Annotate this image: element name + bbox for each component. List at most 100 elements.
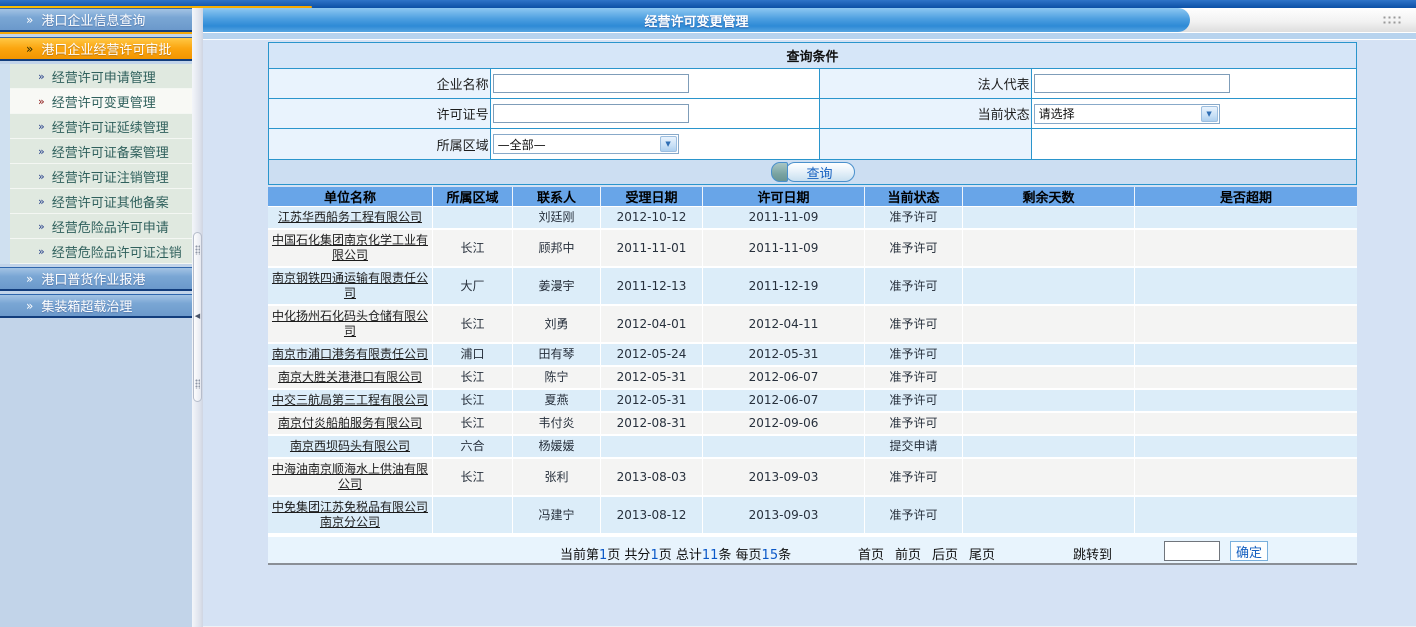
- sidebar-item-label: 经营许可变更管理: [52, 92, 156, 111]
- column-header: 联系人: [513, 187, 601, 207]
- content: 查询条件 企业名称 法人代表 许可证号 当前状态: [203, 40, 1416, 626]
- table-cell: [1135, 497, 1357, 535]
- table-cell: 准予许可: [865, 344, 963, 367]
- company-link[interactable]: 南京钢铁四通运输有限责任公司: [272, 271, 428, 300]
- table-cell: 2013-08-03: [601, 459, 703, 497]
- company-name-cell: [491, 69, 820, 98]
- prev-page-link[interactable]: 前页: [895, 544, 921, 563]
- company-link[interactable]: 中国石化集团南京化学工业有限公司: [272, 233, 428, 262]
- sidebar-sub-item[interactable]: »经营许可证备案管理: [10, 139, 192, 164]
- table-cell: 准予许可: [865, 413, 963, 436]
- dropdown-button[interactable]: ▼: [1201, 106, 1218, 122]
- company-link[interactable]: 南京西坝码头有限公司: [290, 439, 410, 453]
- double-arrow-icon: »: [26, 272, 31, 286]
- summary-text: 条 每页: [718, 548, 761, 563]
- table-cell: 长江: [433, 230, 513, 268]
- company-link[interactable]: 中化扬州石化码头仓储有限公司: [272, 309, 428, 338]
- table-row: 中国石化集团南京化学工业有限公司长江顾邦中2011-11-012011-11-0…: [268, 230, 1357, 268]
- grid-dots-icon[interactable]: [1382, 15, 1402, 26]
- panel: 查询条件 企业名称 法人代表 许可证号 当前状态: [268, 42, 1357, 565]
- double-arrow-icon: »: [26, 299, 31, 313]
- dropdown-button[interactable]: ▼: [660, 136, 677, 152]
- double-arrow-icon: »: [38, 70, 43, 83]
- legal-rep-cell: [1032, 69, 1356, 98]
- sidebar-item-label: 经营危险品许可证注销: [52, 242, 182, 261]
- first-page-link[interactable]: 首页: [858, 544, 884, 563]
- splitter-handle[interactable]: ◀: [193, 232, 202, 402]
- column-header: 许可日期: [703, 187, 865, 207]
- table-row: 南京西坝码头有限公司六合杨媛媛提交申请: [268, 436, 1357, 459]
- region-select[interactable]: —全部— ▼: [493, 134, 679, 154]
- pagination-links: 首页前页后页尾页: [858, 544, 995, 563]
- sidebar-group-item[interactable]: »集装箱超载治理: [0, 294, 192, 318]
- sidebar-splitter[interactable]: ◀: [192, 8, 203, 627]
- table-cell: 夏燕: [513, 390, 601, 413]
- company-name-input[interactable]: [493, 74, 689, 93]
- confirm-button[interactable]: 确定: [1230, 541, 1268, 561]
- collapse-left-icon: ◀: [194, 311, 201, 321]
- company-link[interactable]: 江苏华西船务工程有限公司: [278, 210, 422, 224]
- table-cell: 顾邦中: [513, 230, 601, 268]
- column-header: 当前状态: [865, 187, 963, 207]
- double-arrow-icon: »: [38, 170, 43, 183]
- double-arrow-icon: »: [26, 42, 31, 56]
- sidebar-item-label: 港口企业经营许可审批: [41, 39, 171, 58]
- table-cell: 2012-05-31: [601, 390, 703, 413]
- table-row: 中免集团江苏免税品有限公司南京分公司冯建宁2013-08-122013-09-0…: [268, 497, 1357, 535]
- table-cell: 准予许可: [865, 230, 963, 268]
- button-cap-decoration: [771, 162, 788, 182]
- sidebar-group-item[interactable]: »港口普货作业报港: [0, 267, 192, 291]
- table-cell: [433, 497, 513, 535]
- table-cell: [1135, 413, 1357, 436]
- table-cell: 长江: [433, 367, 513, 390]
- button-row: 查询: [268, 160, 1357, 185]
- column-header: 剩余天数: [963, 187, 1135, 207]
- sidebar-sub-item[interactable]: »经营许可证其他备案: [10, 189, 192, 214]
- sidebar-item-label: 经营许可证延续管理: [52, 117, 169, 136]
- table-cell: [1135, 459, 1357, 497]
- sidebar-sub-item[interactable]: » 经营危险品许可证注销: [10, 239, 192, 264]
- last-page-link[interactable]: 尾页: [969, 544, 995, 563]
- license-no-input[interactable]: [493, 104, 689, 123]
- table-cell: [963, 344, 1135, 367]
- search-button[interactable]: 查询: [785, 162, 855, 182]
- sidebar-item-label: 经营危险品许可申请: [52, 217, 169, 236]
- jump-page-input[interactable]: [1164, 541, 1220, 561]
- table-cell: 2012-04-01: [601, 306, 703, 344]
- sidebar-sub-item[interactable]: »经营许可证注销管理: [10, 164, 192, 189]
- company-link[interactable]: 中海油南京顺海水上供油有限公司: [272, 462, 428, 491]
- sidebar-group-item[interactable]: »港口企业信息查询: [0, 8, 192, 32]
- table-cell: 准予许可: [865, 497, 963, 535]
- company-cell: 南京钢铁四通运输有限责任公司: [268, 268, 433, 306]
- sidebar-sub-item[interactable]: »经营许可证延续管理: [10, 114, 192, 139]
- sidebar-group-item[interactable]: » 港口企业经营许可审批: [0, 37, 192, 61]
- sidebar-submenu: »经营许可申请管理»经营许可变更管理»经营许可证延续管理»经营许可证备案管理»经…: [0, 64, 192, 264]
- company-link[interactable]: 南京大胜关港港口有限公司: [278, 370, 422, 384]
- table-cell: 浦口: [433, 344, 513, 367]
- table-cell: 长江: [433, 390, 513, 413]
- next-page-link[interactable]: 后页: [932, 544, 958, 563]
- legal-rep-input[interactable]: [1034, 74, 1230, 93]
- table-cell: [963, 306, 1135, 344]
- company-link[interactable]: 南京市浦口港务有限责任公司: [272, 347, 428, 361]
- legal-rep-label: 法人代表: [820, 69, 1032, 98]
- sidebar-item-label: 港口企业信息查询: [41, 10, 145, 29]
- table-cell: [963, 413, 1135, 436]
- table-cell: [433, 207, 513, 230]
- page-number: 11: [702, 548, 719, 563]
- sidebar-sub-item[interactable]: »经营许可变更管理: [10, 89, 192, 114]
- company-link[interactable]: 中交三航局第三工程有限公司: [272, 393, 428, 407]
- sidebar-sub-item[interactable]: »经营危险品许可申请: [10, 214, 192, 239]
- table-cell: [1135, 436, 1357, 459]
- summary-text: 条: [778, 548, 791, 563]
- table-cell: 长江: [433, 413, 513, 436]
- table-cell: 2012-04-11: [703, 306, 865, 344]
- company-cell: 南京西坝码头有限公司: [268, 436, 433, 459]
- sidebar-sub-item[interactable]: »经营许可申请管理: [10, 64, 192, 89]
- company-link[interactable]: 南京付炎船舶服务有限公司: [278, 416, 422, 430]
- table-cell: [1135, 207, 1357, 230]
- table-cell: [963, 436, 1135, 459]
- double-arrow-icon: »: [38, 245, 43, 258]
- company-link[interactable]: 中免集团江苏免税品有限公司南京分公司: [272, 500, 428, 529]
- current-status-select[interactable]: 请选择 ▼: [1034, 104, 1220, 124]
